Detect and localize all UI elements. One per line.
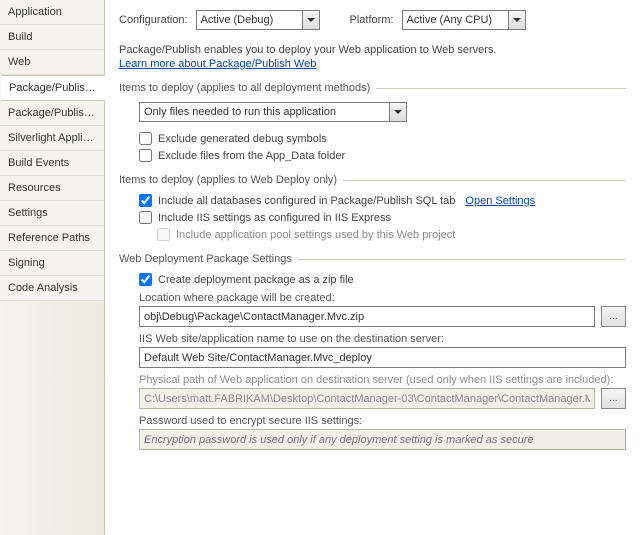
divider	[376, 88, 626, 89]
sidebar-item-package-publish-sql[interactable]: Package/Publish SQL	[0, 101, 104, 126]
include-iis-label: Include IIS settings as configured in II…	[158, 212, 391, 224]
deploy-mode-value: Only files needed to run this applicatio…	[144, 106, 336, 118]
sidebar: Application Build Web Package/Publish We…	[0, 0, 105, 535]
password-label: Password used to encrypt secure IIS sett…	[139, 415, 626, 427]
browse-location-button[interactable]: ...	[601, 306, 626, 327]
group-pkg-title: Web Deployment Package Settings	[119, 253, 292, 265]
sidebar-item-build[interactable]: Build	[0, 25, 104, 50]
browse-physical-button[interactable]: ...	[601, 388, 626, 409]
sidebar-item-build-events[interactable]: Build Events	[0, 151, 104, 176]
learn-more-link[interactable]: Learn more about Package/Publish Web	[119, 58, 316, 70]
platform-value: Active (Any CPU)	[407, 14, 493, 26]
configuration-value: Active (Debug)	[201, 14, 274, 26]
include-iis-checkbox[interactable]	[139, 211, 152, 224]
include-db-label: Include all databases configured in Pack…	[158, 195, 455, 207]
create-zip-label: Create deployment package as a zip file	[158, 274, 354, 286]
chevron-down-icon	[508, 11, 525, 29]
create-zip-checkbox[interactable]	[139, 273, 152, 286]
iis-name-label: IIS Web site/application name to use on …	[139, 333, 626, 345]
platform-label: Platform:	[350, 14, 394, 26]
exclude-debug-checkbox[interactable]	[139, 132, 152, 145]
configuration-label: Configuration:	[119, 14, 188, 26]
iis-name-input[interactable]	[139, 347, 626, 368]
include-db-checkbox[interactable]	[139, 194, 152, 207]
divider	[343, 180, 626, 181]
sidebar-item-web[interactable]: Web	[0, 50, 104, 75]
sidebar-item-reference-paths[interactable]: Reference Paths	[0, 226, 104, 251]
location-label: Location where package will be created:	[139, 292, 626, 304]
group-all-title: Items to deploy (applies to all deployme…	[119, 82, 370, 94]
chevron-down-icon	[302, 11, 319, 29]
sidebar-item-signing[interactable]: Signing	[0, 251, 104, 276]
sidebar-item-silverlight[interactable]: Silverlight Applications	[0, 126, 104, 151]
sidebar-item-code-analysis[interactable]: Code Analysis	[0, 276, 104, 301]
sidebar-item-resources[interactable]: Resources	[0, 176, 104, 201]
physical-path-label: Physical path of Web application on dest…	[139, 374, 626, 386]
configuration-select[interactable]: Active (Debug)	[196, 10, 320, 30]
chevron-down-icon	[389, 103, 406, 121]
deploy-mode-select[interactable]: Only files needed to run this applicatio…	[139, 102, 407, 122]
physical-path-input	[139, 388, 595, 409]
open-settings-link[interactable]: Open Settings	[465, 195, 535, 207]
exclude-debug-label: Exclude generated debug symbols	[158, 133, 327, 145]
exclude-appdata-checkbox[interactable]	[139, 149, 152, 162]
divider	[298, 259, 626, 260]
password-input[interactable]	[139, 429, 626, 450]
exclude-appdata-label: Exclude files from the App_Data folder	[158, 150, 345, 162]
location-input[interactable]	[139, 306, 595, 327]
sidebar-filler	[0, 301, 104, 535]
sidebar-item-package-publish-web[interactable]: Package/Publish Web	[1, 75, 105, 101]
include-apppool-label: Include application pool settings used b…	[176, 229, 455, 241]
intro-text: Package/Publish enables you to deploy yo…	[119, 44, 626, 56]
sidebar-item-settings[interactable]: Settings	[0, 201, 104, 226]
main-panel: Configuration: Active (Debug) Platform: …	[105, 0, 640, 535]
group-webdeploy-title: Items to deploy (applies to Web Deploy o…	[119, 174, 337, 186]
sidebar-item-application[interactable]: Application	[0, 0, 104, 25]
include-apppool-checkbox	[157, 228, 170, 241]
platform-select[interactable]: Active (Any CPU)	[402, 10, 526, 30]
